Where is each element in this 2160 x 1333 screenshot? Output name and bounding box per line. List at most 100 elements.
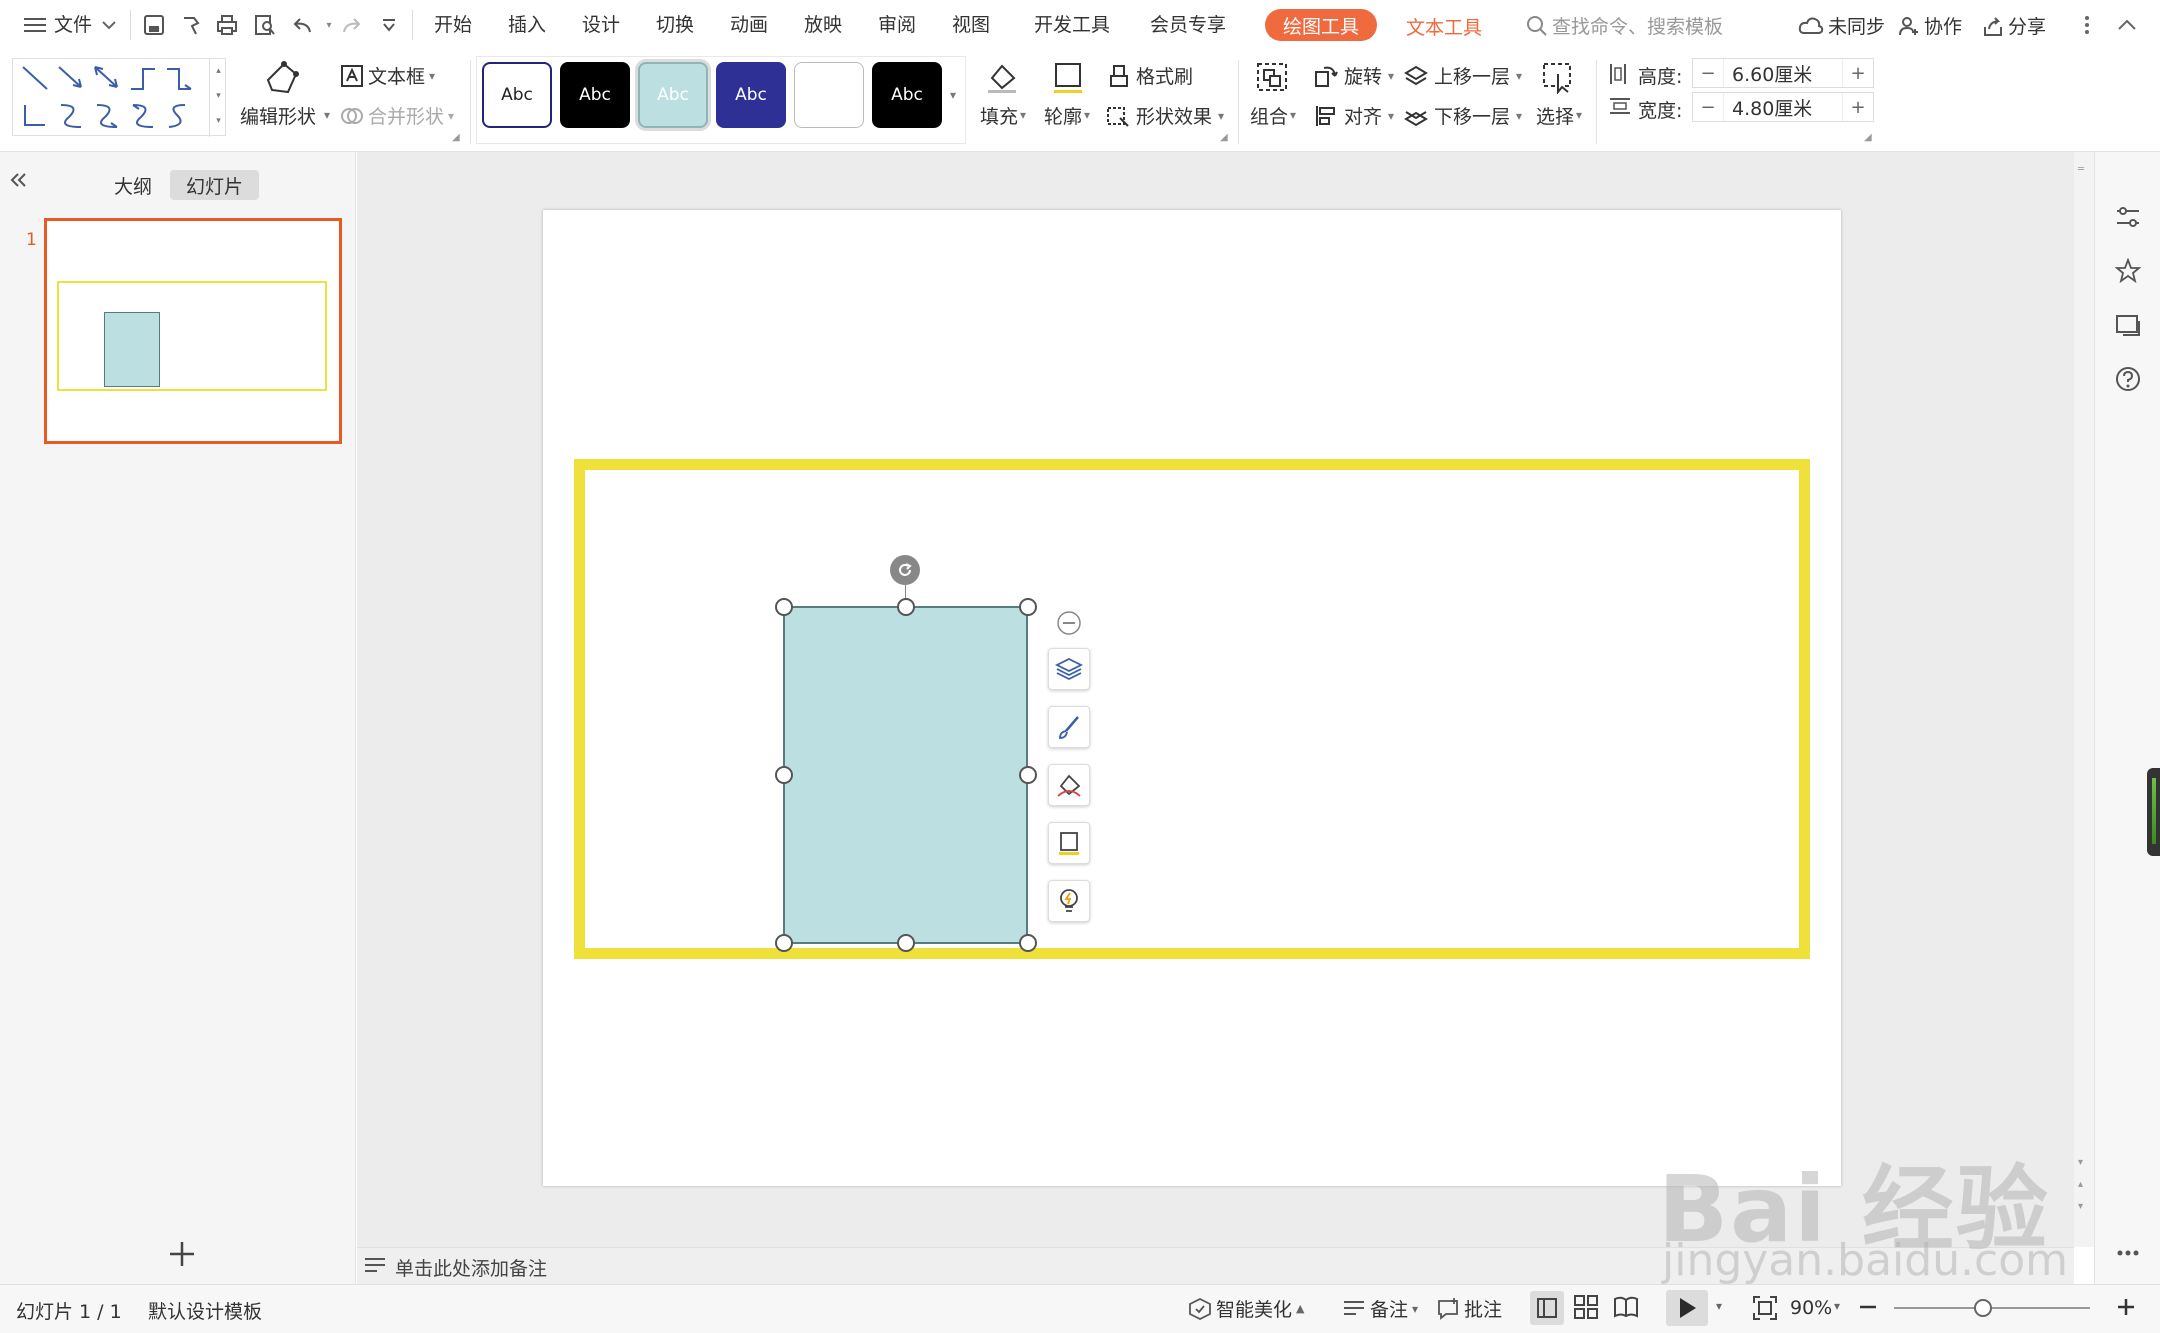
- line-shape-icon[interactable]: [19, 63, 51, 93]
- dropdown-caret-icon[interactable]: ▾: [1834, 1299, 1840, 1313]
- zoom-slider[interactable]: [1894, 1307, 2090, 1309]
- tab-text-tools[interactable]: 文本工具: [1406, 13, 1482, 40]
- gallery-expand-icon[interactable]: ▾: [950, 88, 956, 102]
- dialog-launcher-icon[interactable]: ◢: [1220, 132, 1228, 143]
- edit-shape-button[interactable]: 编辑形状: [240, 102, 316, 129]
- slide-thumbnail[interactable]: [44, 218, 342, 444]
- tab-view[interactable]: 视图: [952, 10, 990, 37]
- resize-handle-s[interactable]: [897, 934, 915, 952]
- vertical-scrollbar[interactable]: ═ ▾ ▴ ▾: [2074, 152, 2094, 1247]
- fill-button[interactable]: 填充: [980, 102, 1018, 129]
- fill-icon[interactable]: [1048, 764, 1090, 806]
- help-icon[interactable]: [2113, 364, 2143, 394]
- rotate-button[interactable]: 旋转 ▾: [1314, 62, 1394, 89]
- width-input[interactable]: 4.80厘米: [1723, 93, 1843, 121]
- tab-animation[interactable]: 动画: [730, 10, 768, 37]
- rotate-handle-icon[interactable]: [890, 555, 920, 585]
- tab-review[interactable]: 审阅: [878, 10, 916, 37]
- arrow-line-icon[interactable]: [55, 63, 87, 93]
- collapse-ribbon-icon[interactable]: [2114, 12, 2140, 38]
- settings-sliders-icon[interactable]: [2113, 202, 2143, 232]
- fill-icon[interactable]: [984, 60, 1020, 94]
- bulb-icon[interactable]: [1048, 880, 1090, 922]
- height-input[interactable]: 6.60厘米: [1723, 59, 1843, 87]
- tab-member[interactable]: 会员专享: [1150, 10, 1226, 37]
- outline-icon[interactable]: [1048, 822, 1090, 864]
- format-painter-button[interactable]: 格式刷: [1108, 62, 1193, 89]
- width-increment-button[interactable]: +: [1843, 97, 1873, 118]
- tab-insert[interactable]: 插入: [508, 10, 546, 37]
- textbox-button[interactable]: 文本框 ▾: [340, 62, 435, 89]
- resize-handle-ne[interactable]: [1019, 598, 1037, 616]
- chevron-down-icon[interactable]: [96, 12, 122, 38]
- tab-slides[interactable]: 幻灯片: [170, 170, 260, 200]
- dialog-launcher-icon[interactable]: ◢: [452, 132, 460, 143]
- slide-sorter-icon[interactable]: [1572, 1293, 1600, 1321]
- comments-button[interactable]: 批注: [1436, 1295, 1502, 1322]
- align-button[interactable]: 对齐 ▾: [1314, 102, 1394, 129]
- brush-icon[interactable]: [1048, 706, 1090, 748]
- tab-outline[interactable]: 大纲: [98, 170, 168, 200]
- group-icon[interactable]: [1254, 60, 1290, 94]
- zoom-level[interactable]: 90%: [1790, 1297, 1832, 1319]
- height-decrement-button[interactable]: −: [1693, 63, 1723, 84]
- minus-circle-icon[interactable]: [1056, 610, 1082, 636]
- dialog-launcher-icon[interactable]: ◢: [1864, 132, 1872, 143]
- tab-design[interactable]: 设计: [582, 10, 620, 37]
- double-arrow-line-icon[interactable]: [91, 63, 123, 93]
- send-backward-button[interactable]: 下移一层 ▾: [1404, 102, 1522, 129]
- select-pointer-icon[interactable]: [1540, 60, 1576, 94]
- height-increment-button[interactable]: +: [1843, 63, 1873, 84]
- shape-effect-button[interactable]: 形状效果 ▾: [1106, 102, 1224, 129]
- yellow-frame-shape[interactable]: [574, 459, 1810, 959]
- resize-handle-sw[interactable]: [775, 934, 793, 952]
- smart-beautify-button[interactable]: 智能美化 ▲: [1188, 1295, 1304, 1322]
- zoom-out-icon[interactable]: [1858, 1297, 1878, 1317]
- resize-handle-se[interactable]: [1019, 934, 1037, 952]
- search-box[interactable]: 查找命令、搜索模板: [1526, 12, 1723, 39]
- side-drawer-handle[interactable]: [2147, 768, 2160, 856]
- resize-handle-nw[interactable]: [775, 598, 793, 616]
- tab-transition[interactable]: 切换: [656, 10, 694, 37]
- star-pin-icon[interactable]: [2113, 256, 2143, 286]
- gallery-scroll[interactable]: ▴ ▾ ▾: [209, 59, 227, 137]
- edit-shape-icon[interactable]: [262, 60, 302, 96]
- tab-drawing-tools[interactable]: 绘图工具: [1265, 9, 1377, 41]
- slides-icon[interactable]: [2113, 310, 2143, 340]
- template-name[interactable]: 默认设计模板: [148, 1297, 262, 1324]
- sync-status[interactable]: 未同步: [1798, 12, 1885, 39]
- save-icon[interactable]: [141, 12, 167, 38]
- zoom-slider-thumb[interactable]: [1974, 1299, 1992, 1317]
- group-button[interactable]: 组合: [1250, 102, 1288, 129]
- width-stepper[interactable]: − 4.80厘米 +: [1692, 92, 1874, 122]
- curve-connector-icon[interactable]: [55, 101, 87, 131]
- fit-to-window-icon[interactable]: [1752, 1295, 1778, 1321]
- layers-icon[interactable]: [1048, 648, 1090, 690]
- zoom-in-icon[interactable]: [2116, 1297, 2136, 1317]
- file-menu[interactable]: 文件: [54, 10, 92, 37]
- print-preview-icon[interactable]: [252, 12, 278, 38]
- outline-icon[interactable]: [1050, 60, 1086, 94]
- elbow-connector-icon[interactable]: [127, 63, 159, 93]
- style-preset-black-2[interactable]: Abc: [872, 62, 942, 128]
- curve-arrow-connector-icon[interactable]: [91, 101, 123, 131]
- play-slideshow-icon[interactable]: [1666, 1290, 1708, 1326]
- tab-home[interactable]: 开始: [434, 10, 472, 37]
- more-horizontal-icon[interactable]: [2113, 1238, 2143, 1268]
- elbow-arrow-connector-icon[interactable]: [163, 63, 195, 93]
- width-decrement-button[interactable]: −: [1693, 97, 1723, 118]
- undo-icon[interactable]: [290, 12, 316, 38]
- curve-double-arrow-icon[interactable]: [127, 101, 159, 131]
- freeform-curve-icon[interactable]: [163, 101, 195, 131]
- resize-handle-e[interactable]: [1019, 766, 1037, 784]
- collapse-panel-icon[interactable]: [8, 170, 28, 190]
- style-preset-outline-navy[interactable]: Abc: [482, 62, 552, 128]
- notes-toggle-button[interactable]: 备注 ▾: [1342, 1295, 1418, 1322]
- style-preset-blue[interactable]: Abc: [716, 62, 786, 128]
- selected-rectangle-shape[interactable]: [783, 606, 1028, 944]
- tab-developer[interactable]: 开发工具: [1034, 10, 1110, 37]
- resize-handle-n[interactable]: [897, 598, 915, 616]
- more-vertical-icon[interactable]: [2074, 12, 2100, 38]
- resize-handle-w[interactable]: [775, 766, 793, 784]
- format-output-icon[interactable]: [178, 12, 204, 38]
